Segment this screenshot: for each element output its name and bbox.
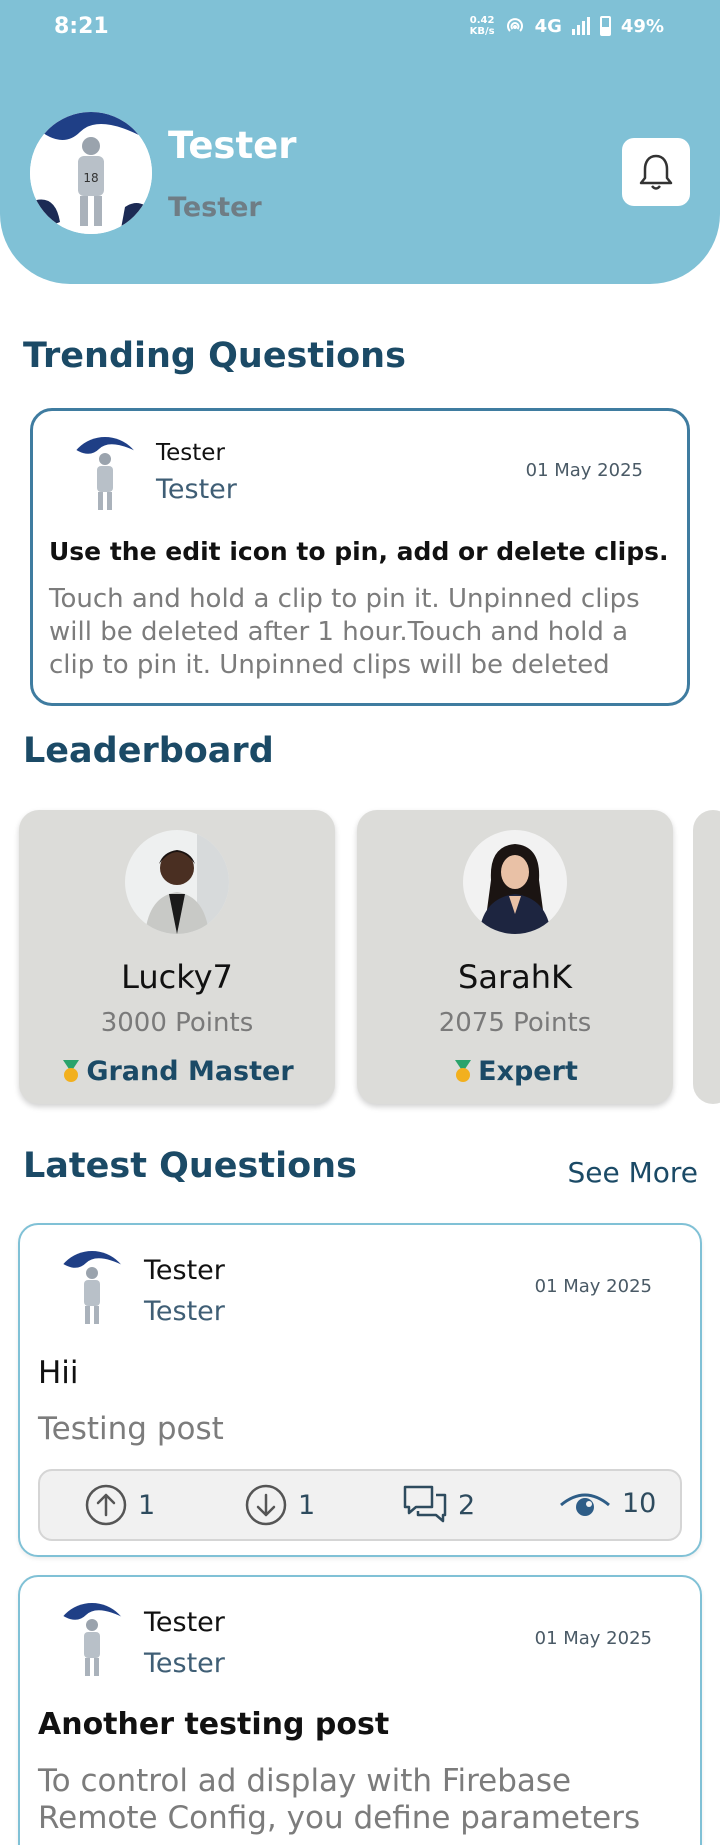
author-role: Tester xyxy=(144,1296,225,1327)
leaderboard-card-peek[interactable] xyxy=(693,810,720,1104)
profile-name: Tester xyxy=(168,124,297,167)
leaderboard-card[interactable]: SarahK 2075 Points Expert xyxy=(357,810,673,1104)
author-role: Tester xyxy=(144,1648,225,1679)
leader-rank: Grand Master xyxy=(19,1056,335,1087)
leader-rank: Expert xyxy=(357,1056,673,1087)
status-bar: 8:21 0.42 KB/s 4G 49% xyxy=(0,0,720,58)
question-title: Another testing post xyxy=(38,1707,390,1742)
comments-icon xyxy=(403,1485,447,1523)
question-stats-bar: 1 1 2 10 xyxy=(38,1469,682,1541)
leader-avatar xyxy=(125,830,229,934)
leader-avatar xyxy=(463,830,567,934)
battery-level: 49% xyxy=(620,15,664,37)
latest-questions-title: Latest Questions xyxy=(23,1146,357,1186)
author-avatar xyxy=(54,1603,130,1679)
svg-text:18: 18 xyxy=(83,171,98,185)
question-body: Testing post xyxy=(38,1411,224,1447)
author-name: Tester xyxy=(144,1255,225,1286)
author-role: Tester xyxy=(156,474,237,505)
bell-icon xyxy=(639,154,673,190)
post-date: 01 May 2025 xyxy=(534,1628,652,1649)
views-indicator: 10 xyxy=(558,1483,656,1523)
hotspot-icon xyxy=(506,18,523,32)
medal-icon xyxy=(455,1059,472,1082)
view-count: 10 xyxy=(622,1487,657,1519)
author-avatar xyxy=(54,1251,130,1327)
eye-icon xyxy=(560,1493,610,1516)
arrow-down-icon xyxy=(245,1484,287,1526)
network-type: 4G xyxy=(534,15,562,37)
network-speed: 0.42 KB/s xyxy=(469,15,495,37)
author-avatar xyxy=(67,437,143,513)
battery-icon xyxy=(599,16,611,36)
trending-title: Trending Questions xyxy=(23,336,406,376)
downvote-count: 1 xyxy=(298,1489,316,1521)
arrow-up-icon xyxy=(85,1484,127,1526)
notifications-button[interactable] xyxy=(622,138,690,206)
signal-icon xyxy=(571,17,590,35)
question-title: Hii xyxy=(38,1355,79,1391)
post-date: 01 May 2025 xyxy=(525,460,643,481)
status-icons: 0.42 KB/s 4G 49% xyxy=(470,15,664,37)
question-title: Use the edit icon to pin, add or delete … xyxy=(49,537,669,566)
question-card[interactable]: Tester Tester 01 May 2025 Hii Testing po… xyxy=(18,1223,702,1557)
comments-button[interactable]: 2 xyxy=(402,1483,475,1527)
leaderboard-title: Leaderboard xyxy=(23,731,274,771)
author-name: Tester xyxy=(144,1607,225,1638)
see-more-link[interactable]: See More xyxy=(567,1156,698,1189)
status-time: 8:21 xyxy=(54,14,109,39)
leaderboard-card[interactable]: Lucky7 3000 Points Grand Master xyxy=(19,810,335,1104)
profile-avatar[interactable]: 18 xyxy=(30,112,152,234)
post-date: 01 May 2025 xyxy=(534,1276,652,1297)
trending-question-card[interactable]: Tester Tester 01 May 2025 Use the edit i… xyxy=(30,408,690,706)
question-body: To control ad display with Firebase Remo… xyxy=(38,1763,641,1836)
question-card[interactable]: Tester Tester 01 May 2025 Another testin… xyxy=(18,1575,702,1845)
upvote-button[interactable]: 1 xyxy=(84,1483,155,1527)
medal-icon xyxy=(63,1059,80,1082)
downvote-button[interactable]: 1 xyxy=(244,1483,315,1527)
leader-points: 3000 Points xyxy=(100,1008,254,1038)
leader-name: SarahK xyxy=(458,958,572,996)
leader-name: Lucky7 xyxy=(121,958,233,996)
profile-role: Tester xyxy=(168,192,262,223)
profile-header: 8:21 0.42 KB/s 4G 49% 18 Tester Tester xyxy=(0,0,720,284)
author-name: Tester xyxy=(156,440,225,466)
comment-count: 2 xyxy=(458,1489,476,1521)
leader-points: 2075 Points xyxy=(438,1008,592,1038)
upvote-count: 1 xyxy=(138,1489,156,1521)
question-body: Touch and hold a clip to pin it. Unpinne… xyxy=(49,584,640,680)
